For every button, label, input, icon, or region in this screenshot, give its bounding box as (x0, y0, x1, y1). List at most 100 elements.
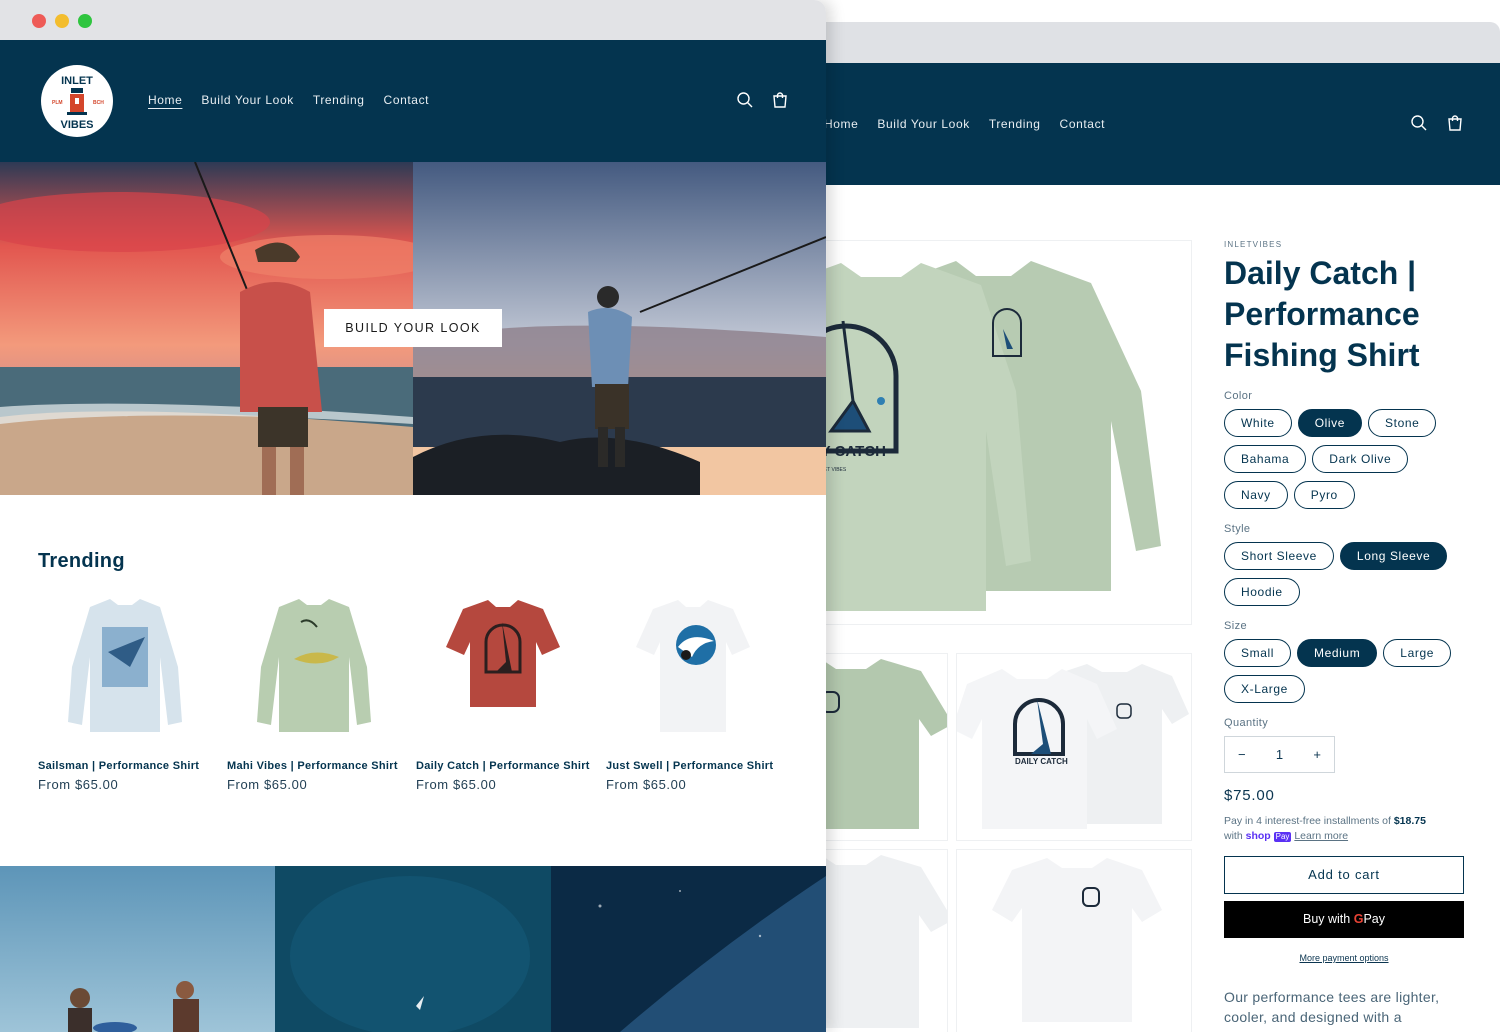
thumb-image-text: DAILY CATCH (1015, 757, 1068, 766)
color-navy[interactable]: Navy (1224, 481, 1288, 509)
maximize-window-dot[interactable] (78, 14, 92, 28)
style-options: Short Sleeve Long Sleeve Hoodie (1224, 542, 1464, 606)
google-g-icon: G (1353, 912, 1364, 926)
nav-contact[interactable]: Contact (384, 93, 430, 107)
size-large[interactable]: Large (1383, 639, 1451, 667)
shop-pay-badge: Pay (1273, 832, 1292, 842)
inlet-vibes-logo[interactable]: INLET VIBES PLM BCH (40, 64, 114, 138)
installments-text: Pay in 4 interest-free installments of $… (1224, 814, 1464, 844)
site-header: Home Build Your Look Trending Contact (780, 63, 1500, 185)
product-image[interactable] (416, 597, 590, 747)
product-shirt (257, 599, 371, 732)
color-pyro[interactable]: Pyro (1293, 481, 1355, 509)
product-price: From $65.00 (227, 777, 308, 792)
product-price: $75.00 (1224, 787, 1275, 804)
browser-chrome (0, 0, 826, 40)
color-options: White Olive Stone Bahama Dark Olive Navy… (1224, 409, 1464, 509)
product-price: From $65.00 (416, 777, 497, 792)
nav-home[interactable]: Home (148, 93, 182, 107)
installment-amount: $18.75 (1393, 815, 1426, 827)
search-icon[interactable] (1410, 114, 1428, 132)
installment-with: with (1224, 830, 1243, 842)
lifestyle-collage (0, 866, 826, 1032)
home-page-window: INLET VIBES PLM BCH Home Build Your Look… (0, 0, 826, 1032)
product-page-window: Home Build Your Look Trending Contact DA… (780, 22, 1500, 1032)
product-info: INLETVIBES Daily Catch | Performance Fis… (1224, 240, 1464, 1027)
gallery-thumb-white-front[interactable] (956, 849, 1192, 1032)
product-card-mahi-vibes[interactable]: Mahi Vibes | Performance Shirt From $65.… (227, 597, 401, 792)
color-olive[interactable]: Olive (1297, 409, 1363, 437)
product-name[interactable]: Sailsman | Performance Shirt (38, 759, 212, 773)
shop-pay-logo: shop (1245, 830, 1271, 842)
main-nav: Home Build Your Look Trending Contact (824, 117, 1105, 131)
product-name[interactable]: Daily Catch | Performance Shirt (416, 759, 590, 773)
search-icon[interactable] (736, 91, 754, 109)
gpay-label: Pay (1363, 912, 1385, 926)
product-image[interactable] (227, 597, 401, 747)
color-white[interactable]: White (1224, 409, 1292, 437)
build-your-look-button[interactable]: BUILD YOUR LOOK (324, 309, 502, 347)
product-image[interactable] (38, 597, 212, 747)
hero-banner: BUILD YOUR LOOK (0, 162, 826, 495)
qty-increase-button[interactable]: + (1313, 747, 1321, 762)
buy-with-gpay-button[interactable]: Buy with GPay (1224, 901, 1464, 938)
trending-heading: Trending (38, 550, 125, 572)
more-payment-options-link[interactable]: More payment options (1224, 953, 1464, 963)
product-shirt (68, 599, 182, 732)
size-medium[interactable]: Medium (1297, 639, 1378, 667)
nav-trending[interactable]: Trending (989, 117, 1041, 131)
product-card-daily-catch[interactable]: Daily Catch | Performance Shirt From $65… (416, 597, 590, 792)
buy-with-label: Buy with (1302, 912, 1351, 926)
nav-home[interactable]: Home (824, 117, 858, 131)
size-options: Small Medium Large X-Large (1224, 639, 1464, 703)
main-nav: Home Build Your Look Trending Contact (148, 93, 429, 107)
color-dark-olive[interactable]: Dark Olive (1312, 445, 1409, 473)
size-x-large[interactable]: X-Large (1224, 675, 1305, 703)
product-image[interactable] (606, 597, 780, 747)
product-card-sailsman[interactable]: Sailsman | Performance Shirt From $65.00 (38, 597, 212, 792)
product-price: From $65.00 (38, 777, 119, 792)
style-label: Style (1224, 523, 1251, 535)
product-card-just-swell[interactable]: Just Swell | Performance Shirt From $65.… (606, 597, 780, 792)
close-window-dot[interactable] (32, 14, 46, 28)
product-shirt (446, 600, 560, 707)
style-long-sleeve[interactable]: Long Sleeve (1339, 542, 1448, 570)
nav-trending[interactable]: Trending (313, 93, 365, 107)
color-label: Color (1224, 390, 1253, 402)
browser-chrome (780, 22, 1500, 63)
logo-text-top: INLET (61, 75, 93, 87)
logo-text-bottom: VIBES (60, 119, 93, 131)
installment-prefix: Pay in 4 interest-free installments of (1224, 815, 1391, 827)
size-small[interactable]: Small (1224, 639, 1292, 667)
logo-text-right: BCH (93, 100, 104, 106)
color-stone[interactable]: Stone (1368, 409, 1437, 437)
quantity-stepper: − 1 + (1224, 736, 1335, 773)
minimize-window-dot[interactable] (55, 14, 69, 28)
learn-more-link[interactable]: Learn more (1294, 830, 1348, 842)
qty-decrease-button[interactable]: − (1238, 747, 1246, 762)
quantity-label: Quantity (1224, 717, 1269, 729)
site-header: INLET VIBES PLM BCH Home Build Your Look… (0, 40, 826, 162)
product-shirt (636, 600, 750, 732)
product-name[interactable]: Mahi Vibes | Performance Shirt (227, 759, 401, 773)
color-bahama[interactable]: Bahama (1224, 445, 1307, 473)
vendor-label: INLETVIBES (1224, 240, 1283, 249)
collage-photos (0, 866, 826, 1032)
style-hoodie[interactable]: Hoodie (1224, 578, 1300, 606)
product-title: Daily Catch | Performance Fishing Shirt (1224, 255, 1420, 373)
qty-value[interactable]: 1 (1276, 747, 1283, 762)
gallery-thumb-white-tees[interactable]: DAILY CATCH (956, 653, 1192, 841)
nav-build-your-look[interactable]: Build Your Look (201, 93, 293, 107)
size-label: Size (1224, 620, 1247, 632)
add-to-cart-button[interactable]: Add to cart (1224, 856, 1464, 894)
product-price: From $65.00 (606, 777, 687, 792)
logo-text-left: PLM (52, 100, 63, 106)
nav-build-your-look[interactable]: Build Your Look (877, 117, 969, 131)
style-short-sleeve[interactable]: Short Sleeve (1224, 542, 1334, 570)
cart-icon[interactable] (771, 91, 789, 109)
product-name[interactable]: Just Swell | Performance Shirt (606, 759, 780, 773)
main-product-image[interactable]: DAILY CATCH INLET VIBES (780, 240, 1192, 625)
cart-icon[interactable] (1446, 114, 1464, 132)
product-description: Our performance tees are lighter, cooler… (1224, 989, 1440, 1025)
nav-contact[interactable]: Contact (1060, 117, 1106, 131)
